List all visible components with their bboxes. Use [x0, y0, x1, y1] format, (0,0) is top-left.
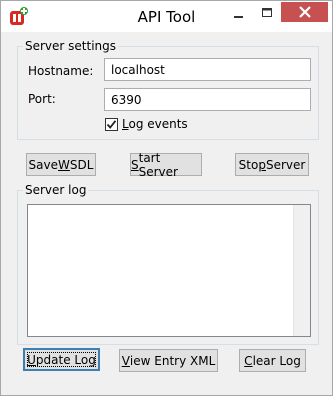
log-events-checkbox-row[interactable]: Log events	[105, 117, 188, 131]
focus-ring	[27, 352, 96, 367]
checkmark-icon	[106, 119, 117, 129]
minimize-button[interactable]	[225, 2, 253, 24]
minimize-icon	[234, 16, 243, 18]
clear-log-button[interactable]: Clear Log	[239, 349, 306, 372]
server-log-legend: Server log	[23, 183, 89, 197]
start-server-button[interactable]: Start Server	[130, 151, 202, 179]
app-window: API Tool Server settings Hostname: Port:	[0, 0, 333, 396]
port-input[interactable]	[104, 88, 311, 111]
log-scrollbar[interactable]	[293, 205, 310, 336]
close-button[interactable]	[281, 2, 328, 22]
server-settings-legend: Server settings	[23, 39, 119, 53]
stop-server-button[interactable]: Sto p Server	[235, 153, 309, 176]
close-icon	[298, 6, 311, 18]
title-bar[interactable]: API Tool	[1, 1, 332, 32]
log-events-label: Log events	[122, 117, 188, 131]
update-log-button[interactable]: Update Log	[23, 348, 100, 371]
hostname-label: Hostname:	[28, 64, 94, 78]
port-label: Port:	[28, 92, 56, 106]
log-events-checkbox[interactable]	[105, 117, 118, 131]
maximize-button[interactable]	[253, 2, 281, 24]
view-entry-xml-button[interactable]: View Entry XML	[119, 349, 218, 372]
hostname-input[interactable]	[104, 58, 311, 81]
save-wsdl-button[interactable]: Save W SDL	[26, 153, 96, 176]
maximize-icon	[262, 8, 272, 17]
server-log-textarea[interactable]	[27, 204, 311, 337]
